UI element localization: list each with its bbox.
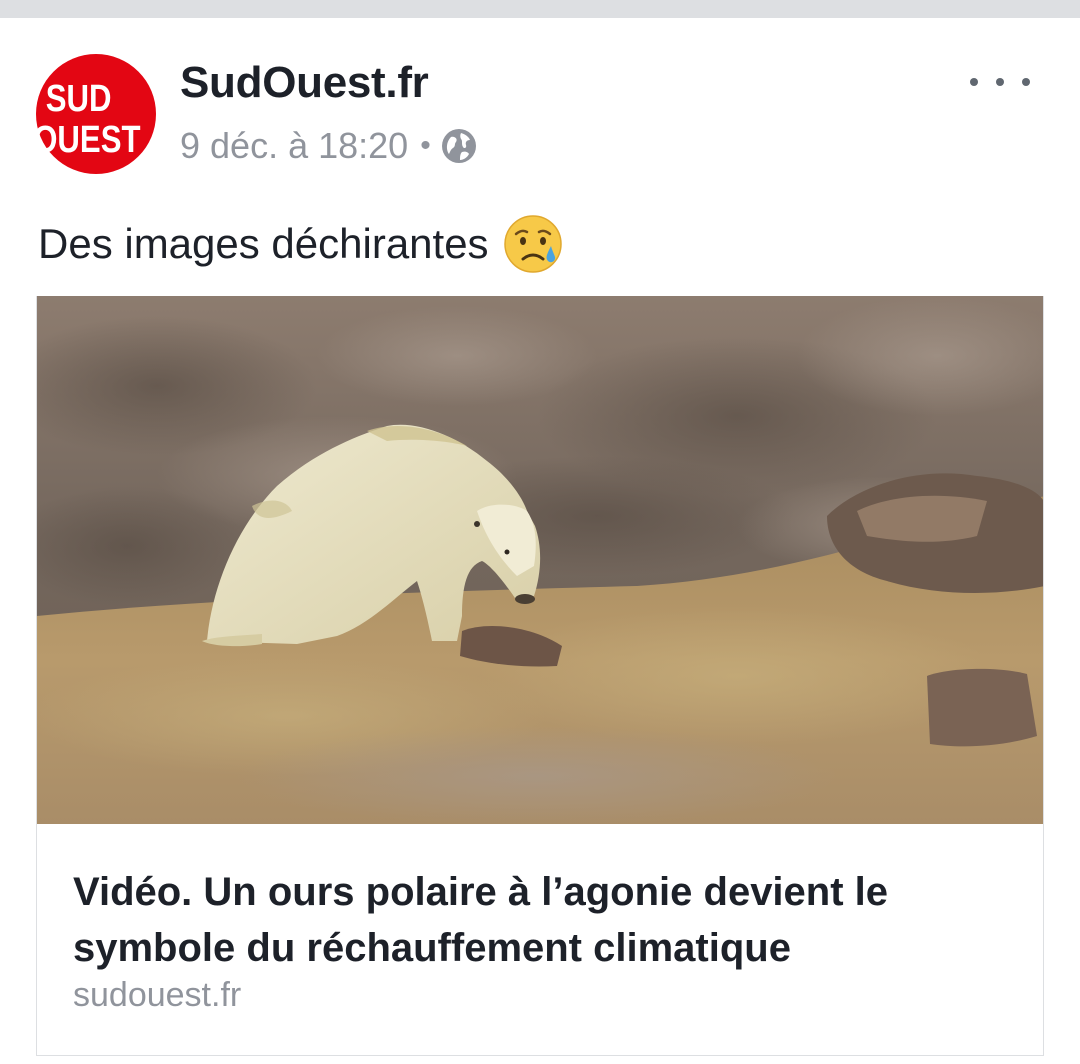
post-timestamp[interactable]: 9 déc. à 18:20: [180, 125, 408, 167]
post-message-text: Des images déchirantes: [38, 220, 489, 267]
polar-bear-photo[interactable]: [37, 296, 1044, 824]
meta-separator: •: [420, 129, 431, 162]
link-preview-card[interactable]: Vidéo. Un ours polaire à l’agonie devien…: [36, 296, 1044, 1056]
link-domain: sudouest.fr: [73, 976, 242, 1014]
avatar-text-line1: SUD: [46, 78, 112, 120]
feed-top-divider: [0, 0, 1080, 18]
link-headline[interactable]: Vidéo. Un ours polaire à l’agonie devien…: [73, 864, 1013, 976]
avatar-text-line2: OUEST: [36, 119, 140, 161]
more-options-dot: [1022, 78, 1030, 86]
more-options-dot: [970, 78, 978, 86]
page-name[interactable]: SudOuest.fr: [180, 58, 429, 108]
facebook-post: SUD OUEST SudOuest.fr 9 déc. à 18:20 • D…: [0, 18, 1080, 1064]
post-meta: 9 déc. à 18:20 •: [180, 125, 477, 167]
more-options-dot: [996, 78, 1004, 86]
more-options-button[interactable]: [970, 70, 1030, 94]
sad-tear-face-icon: [503, 215, 562, 273]
globe-icon: [441, 129, 476, 163]
post-message: Des images déchirantes: [38, 214, 563, 274]
sudouest-avatar[interactable]: SUD OUEST: [36, 54, 156, 174]
